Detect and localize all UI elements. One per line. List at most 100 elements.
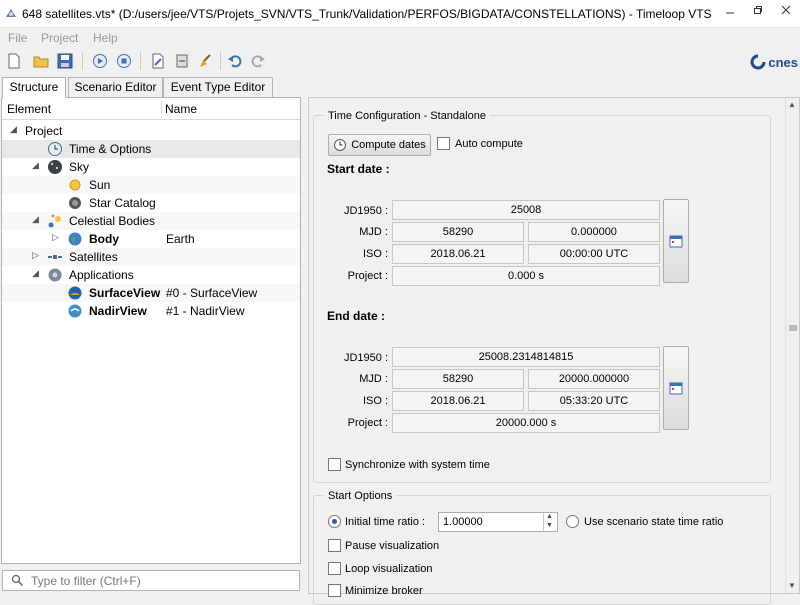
compute-dates-button[interactable]: Compute dates bbox=[328, 134, 431, 156]
tree-item-nadirview[interactable]: NadirView #1 - NadirView bbox=[2, 302, 300, 320]
expanded-arrow-icon[interactable]: ◢ bbox=[32, 160, 42, 172]
start-jd1950-field[interactable]: 25008 bbox=[392, 200, 660, 220]
clean-button[interactable] bbox=[196, 51, 216, 71]
menu-help[interactable]: Help bbox=[93, 31, 118, 45]
search-icon bbox=[11, 574, 24, 587]
tree-item-satellites[interactable]: ▷ Satellites bbox=[2, 248, 300, 266]
loop-visualization-checkbox[interactable] bbox=[328, 562, 341, 575]
minimize-icon bbox=[726, 12, 734, 14]
clock-icon bbox=[48, 142, 62, 156]
end-iso-time-field[interactable]: 05:33:20 UTC bbox=[528, 391, 660, 411]
expanded-arrow-icon[interactable]: ◢ bbox=[32, 214, 42, 226]
group-title: Time Configuration - Standalone bbox=[324, 110, 490, 122]
compute-dates-label: Compute dates bbox=[351, 139, 426, 151]
new-file-icon bbox=[8, 53, 20, 69]
vertical-scrollbar[interactable]: ▲ ▼ bbox=[785, 98, 799, 593]
tree-filter bbox=[2, 570, 300, 591]
group-title: Start Options bbox=[324, 490, 397, 502]
play-icon bbox=[93, 54, 107, 68]
column-header-element[interactable]: Element bbox=[7, 102, 51, 116]
end-jd1950-label: JD1950 : bbox=[343, 352, 388, 364]
menu-file[interactable]: File bbox=[8, 31, 27, 45]
new-button[interactable] bbox=[4, 51, 24, 71]
open-button[interactable] bbox=[31, 51, 51, 71]
close-button[interactable] bbox=[772, 0, 800, 20]
menu-project[interactable]: Project bbox=[41, 31, 78, 45]
loop-visualization-label: Loop visualization bbox=[345, 563, 433, 575]
tree-item-body[interactable]: ▷ Body Earth bbox=[2, 230, 300, 248]
calendar-icon bbox=[669, 235, 683, 248]
scroll-grip-icon[interactable] bbox=[789, 324, 797, 332]
start-date-picker-button[interactable] bbox=[663, 199, 689, 283]
restore-icon bbox=[754, 6, 762, 14]
minimize-button[interactable] bbox=[716, 0, 744, 20]
scroll-down-icon[interactable]: ▼ bbox=[788, 581, 796, 590]
tree-item-star-catalog[interactable]: Star Catalog bbox=[2, 194, 300, 212]
edit-document-icon bbox=[152, 53, 164, 69]
scenario-time-ratio-radio[interactable] bbox=[566, 515, 579, 528]
redo-button[interactable] bbox=[248, 51, 268, 71]
scroll-up-icon[interactable]: ▲ bbox=[788, 100, 796, 109]
tab-event-type-editor[interactable]: Event Type Editor bbox=[163, 77, 273, 97]
start-iso-time-field[interactable]: 00:00:00 UTC bbox=[528, 244, 660, 264]
end-iso-date-field[interactable]: 2018.06.21 bbox=[392, 391, 524, 411]
end-jd1950-field[interactable]: 25008.2314814815 bbox=[392, 347, 660, 367]
cnes-brand-text: cnes bbox=[768, 54, 798, 70]
tree-item-project[interactable]: ◢ Project bbox=[2, 122, 300, 140]
calendar-icon bbox=[669, 382, 683, 395]
start-jd1950-label: JD1950 : bbox=[343, 205, 388, 217]
tree-item-sky[interactable]: ◢ Sky bbox=[2, 158, 300, 176]
redo-icon bbox=[251, 55, 265, 68]
column-header-name[interactable]: Name bbox=[165, 102, 197, 116]
tree-item-applications[interactable]: ◢ Applications bbox=[2, 266, 300, 284]
tree-item-name: Earth bbox=[166, 232, 195, 246]
end-iso-label: ISO : bbox=[362, 395, 388, 407]
export-button[interactable] bbox=[172, 51, 192, 71]
tree-item-sun[interactable]: Sun bbox=[2, 176, 300, 194]
minimize-broker-checkbox[interactable] bbox=[328, 584, 341, 597]
edit-button[interactable] bbox=[148, 51, 168, 71]
spin-down-icon[interactable]: ▼ bbox=[546, 522, 553, 529]
end-mjd-seconds-field[interactable]: 20000.000000 bbox=[528, 369, 660, 389]
play-button[interactable] bbox=[90, 51, 110, 71]
initial-time-ratio-value: 1.00000 bbox=[443, 516, 483, 528]
spin-up-icon[interactable]: ▲ bbox=[546, 513, 553, 520]
filter-input[interactable] bbox=[29, 572, 297, 589]
scenario-time-ratio-label: Use scenario state time ratio bbox=[584, 516, 724, 528]
tree-item-label: Sky bbox=[69, 160, 90, 174]
start-mjd-day-field[interactable]: 58290 bbox=[392, 222, 524, 242]
end-project-field[interactable]: 20000.000 s bbox=[392, 413, 660, 433]
expanded-arrow-icon[interactable]: ◢ bbox=[32, 268, 42, 280]
close-icon bbox=[781, 5, 791, 15]
stop-button[interactable] bbox=[114, 51, 134, 71]
app-icon bbox=[6, 9, 16, 17]
tree-item-time-options[interactable]: Time & Options bbox=[2, 140, 300, 158]
collapsed-arrow-icon[interactable]: ▷ bbox=[52, 232, 62, 244]
start-mjd-seconds-field[interactable]: 0.000000 bbox=[528, 222, 660, 242]
end-mjd-day-field[interactable]: 58290 bbox=[392, 369, 524, 389]
end-date-picker-button[interactable] bbox=[663, 346, 689, 430]
undo-button[interactable] bbox=[225, 51, 245, 71]
tab-scenario-editor[interactable]: Scenario Editor bbox=[68, 77, 163, 97]
tree-item-label: Time & Options bbox=[69, 142, 152, 156]
initial-time-ratio-spinbox[interactable]: 1.00000 ▲ ▼ bbox=[438, 512, 558, 532]
end-project-label: Project : bbox=[347, 417, 388, 429]
tree-item-surfaceview[interactable]: SurfaceView #0 - SurfaceView bbox=[2, 284, 300, 302]
synchronize-checkbox[interactable] bbox=[328, 458, 341, 471]
start-project-field[interactable]: 0.000 s bbox=[392, 266, 660, 286]
applications-icon bbox=[48, 268, 62, 282]
collapsed-arrow-icon[interactable]: ▷ bbox=[32, 250, 42, 262]
end-date-heading: End date : bbox=[327, 309, 386, 323]
maximize-button[interactable] bbox=[744, 0, 772, 20]
nadirview-icon bbox=[68, 304, 82, 318]
expanded-arrow-icon[interactable]: ◢ bbox=[10, 124, 20, 136]
save-button[interactable] bbox=[55, 51, 75, 71]
start-iso-date-field[interactable]: 2018.06.21 bbox=[392, 244, 524, 264]
tree-item-label: Celestial Bodies bbox=[69, 214, 156, 228]
pause-visualization-checkbox[interactable] bbox=[328, 539, 341, 552]
tree-item-celestial-bodies[interactable]: ◢ Celestial Bodies bbox=[2, 212, 300, 230]
initial-time-ratio-radio[interactable] bbox=[328, 515, 341, 528]
auto-compute-checkbox[interactable] bbox=[437, 137, 450, 150]
tab-structure[interactable]: Structure bbox=[2, 77, 66, 98]
auto-compute-label: Auto compute bbox=[455, 138, 523, 150]
